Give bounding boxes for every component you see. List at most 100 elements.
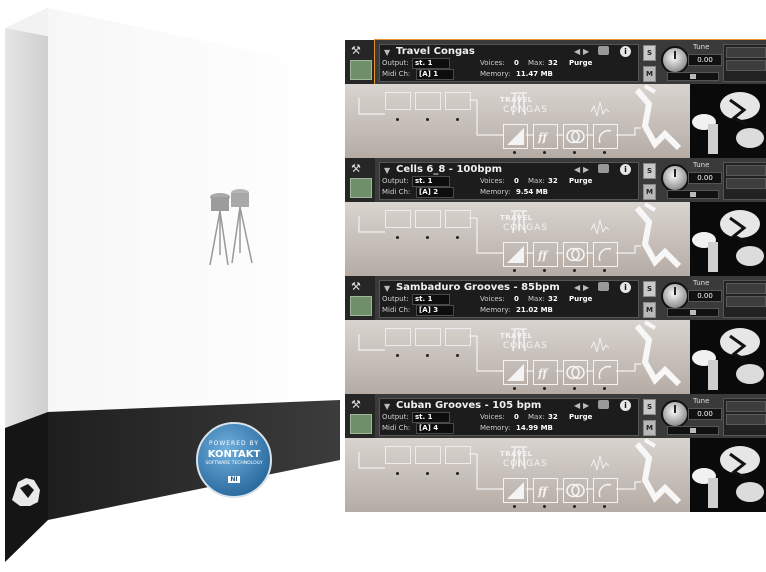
- instrument-side-panel: ⚒: [345, 158, 375, 202]
- wrench-icon[interactable]: ⚒: [351, 398, 361, 411]
- tune-value[interactable]: 0.00: [688, 290, 722, 302]
- drummer-photo-icon: [690, 84, 766, 158]
- camera-icon[interactable]: [598, 400, 609, 409]
- instrument-info-strip: ▼ Cells 6_8 - 100bpm ◀ ▶ i Output: st. 1…: [379, 162, 639, 200]
- arrow-right-icon[interactable]: ▶: [583, 165, 589, 174]
- fx-dynamics[interactable]: ff: [533, 478, 558, 503]
- arrow-left-icon[interactable]: ◀: [574, 165, 580, 174]
- tune-value[interactable]: 0.00: [688, 54, 722, 66]
- instrument-view-toggle[interactable]: [350, 178, 372, 198]
- fx-reverb[interactable]: [593, 478, 618, 503]
- fx-reverb[interactable]: [593, 360, 618, 385]
- pan-slider[interactable]: [667, 308, 719, 317]
- info-icon[interactable]: i: [620, 282, 631, 293]
- chevron-down-icon[interactable]: ▼: [384, 284, 390, 293]
- fx-compressor[interactable]: [503, 242, 528, 267]
- instrument-view-toggle[interactable]: [350, 414, 372, 434]
- eq-band-1[interactable]: [385, 446, 411, 464]
- instrument-title[interactable]: Cells 6_8 - 100bpm: [396, 164, 502, 175]
- pan-slider[interactable]: [667, 72, 719, 81]
- eq-band-1[interactable]: [385, 92, 411, 110]
- wrench-icon[interactable]: ⚒: [351, 44, 361, 57]
- fx-dynamics[interactable]: ff: [533, 124, 558, 149]
- max-value[interactable]: 32: [548, 177, 558, 185]
- fx-stereo[interactable]: [563, 242, 588, 267]
- wrench-icon[interactable]: ⚒: [351, 162, 361, 175]
- eq-band-2[interactable]: [415, 92, 441, 110]
- eq-band-3[interactable]: [445, 446, 471, 464]
- tune-knob[interactable]: [661, 282, 689, 310]
- chevron-down-icon[interactable]: ▼: [384, 48, 390, 57]
- arrow-left-icon[interactable]: ◀: [574, 283, 580, 292]
- eq-band-3[interactable]: [445, 210, 471, 228]
- arrow-right-icon[interactable]: ▶: [583, 283, 589, 292]
- fx-dynamics[interactable]: ff: [533, 242, 558, 267]
- mute-button[interactable]: M: [643, 420, 656, 436]
- chevron-down-icon[interactable]: ▼: [384, 166, 390, 175]
- purge-button[interactable]: Purge: [569, 295, 592, 303]
- arrow-left-icon[interactable]: ◀: [574, 401, 580, 410]
- fx-dynamics[interactable]: ff: [533, 360, 558, 385]
- max-value[interactable]: 32: [548, 295, 558, 303]
- tune-value[interactable]: 0.00: [688, 172, 722, 184]
- eq-band-2[interactable]: [415, 328, 441, 346]
- wrench-icon[interactable]: ⚒: [351, 280, 361, 293]
- fx-stereo[interactable]: [563, 360, 588, 385]
- pan-slider[interactable]: [667, 426, 719, 435]
- fx-stereo[interactable]: [563, 124, 588, 149]
- camera-icon[interactable]: [598, 164, 609, 173]
- solo-button[interactable]: S: [643, 163, 656, 179]
- fx-reverb[interactable]: [593, 242, 618, 267]
- camera-icon[interactable]: [598, 282, 609, 291]
- tune-value[interactable]: 0.00: [688, 408, 722, 420]
- mute-button[interactable]: M: [643, 66, 656, 82]
- eq-band-1[interactable]: [385, 328, 411, 346]
- fx-compressor[interactable]: [503, 360, 528, 385]
- pan-slider[interactable]: [667, 190, 719, 199]
- fx-stereo[interactable]: [563, 478, 588, 503]
- max-value[interactable]: 32: [548, 413, 558, 421]
- chevron-down-icon[interactable]: ▼: [384, 402, 390, 411]
- eq-band-2[interactable]: [415, 446, 441, 464]
- tune-knob[interactable]: [661, 164, 689, 192]
- instrument-slot-3[interactable]: ⚒ ▼ Sambaduro Grooves - 85bpm ◀ ▶ i Outp…: [345, 276, 766, 394]
- info-icon[interactable]: i: [620, 400, 631, 411]
- mute-button[interactable]: M: [643, 302, 656, 318]
- eq-dot: [456, 472, 459, 475]
- fx-reverb[interactable]: [593, 124, 618, 149]
- purge-button[interactable]: Purge: [569, 59, 592, 67]
- mute-button[interactable]: M: [643, 184, 656, 200]
- arrow-right-icon[interactable]: ▶: [583, 401, 589, 410]
- arrow-right-icon[interactable]: ▶: [583, 47, 589, 56]
- fx-dot: [513, 151, 516, 154]
- instrument-logo: TRAVEL: [500, 450, 533, 458]
- info-icon[interactable]: i: [620, 164, 631, 175]
- max-value[interactable]: 32: [548, 59, 558, 67]
- purge-button[interactable]: Purge: [569, 413, 592, 421]
- eq-band-2[interactable]: [415, 210, 441, 228]
- tune-knob[interactable]: [661, 400, 689, 428]
- eq-band-3[interactable]: [445, 328, 471, 346]
- eq-band-3[interactable]: [445, 92, 471, 110]
- instrument-view-toggle[interactable]: [350, 60, 372, 80]
- solo-button[interactable]: S: [643, 45, 656, 61]
- eq-band-1[interactable]: [385, 210, 411, 228]
- info-icon[interactable]: i: [620, 46, 631, 57]
- camera-icon[interactable]: [598, 46, 609, 55]
- output-label: Output:: [382, 177, 409, 185]
- solo-button[interactable]: S: [643, 281, 656, 297]
- instrument-slot-1[interactable]: ⚒ ▼ Travel Congas ◀ ▶ i Output: st. 1 Vo…: [345, 39, 766, 158]
- purge-button[interactable]: Purge: [569, 177, 592, 185]
- fx-compressor[interactable]: [503, 478, 528, 503]
- instrument-slot-4[interactable]: ⚒ ▼ Cuban Grooves - 105 bpm ◀ ▶ i Output…: [345, 394, 766, 512]
- instrument-title[interactable]: Sambaduro Grooves - 85bpm: [396, 282, 560, 293]
- instrument-title[interactable]: Cuban Grooves - 105 bpm: [396, 400, 541, 411]
- solo-button[interactable]: S: [643, 399, 656, 415]
- tune-knob[interactable]: [661, 46, 689, 74]
- instrument-view-toggle[interactable]: [350, 296, 372, 316]
- instrument-slot-2[interactable]: ⚒ ▼ Cells 6_8 - 100bpm ◀ ▶ i Output: st.…: [345, 158, 766, 276]
- instrument-rack: ⚒ ▼ Travel Congas ◀ ▶ i Output: st. 1 Vo…: [345, 39, 766, 512]
- instrument-title[interactable]: Travel Congas: [396, 46, 475, 57]
- fx-compressor[interactable]: [503, 124, 528, 149]
- arrow-left-icon[interactable]: ◀: [574, 47, 580, 56]
